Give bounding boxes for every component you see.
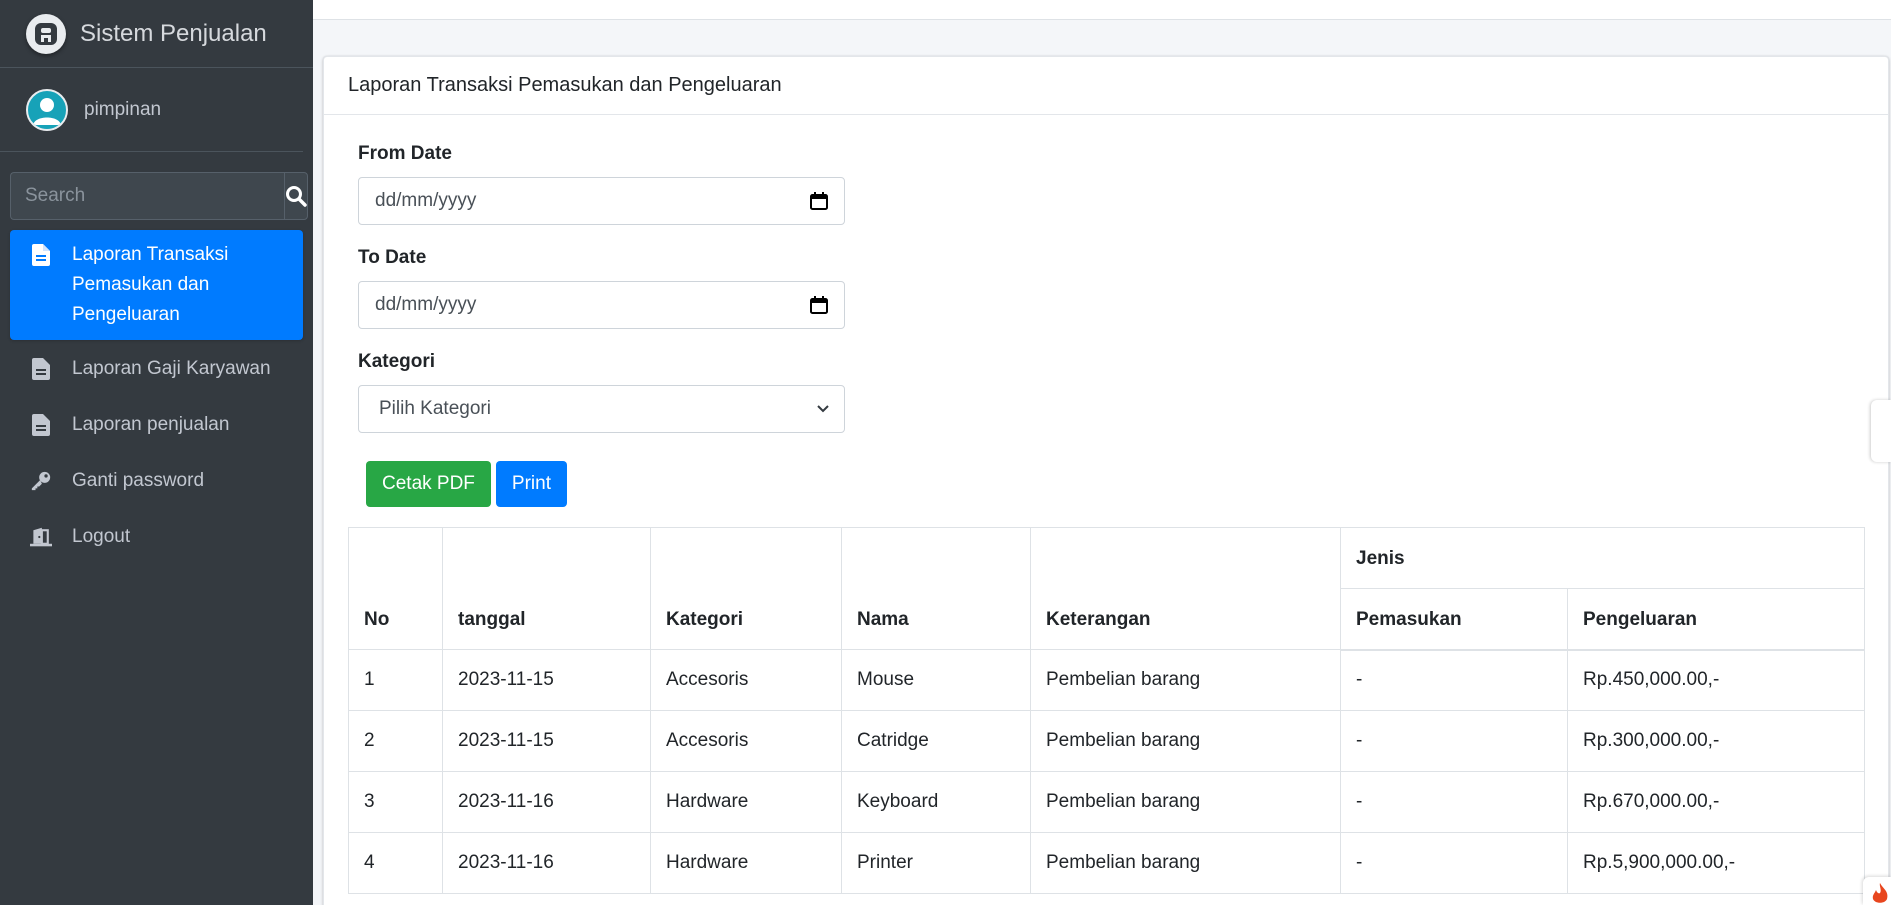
search-input[interactable] xyxy=(10,172,284,220)
cell-no: 3 xyxy=(348,771,443,833)
cell-nama: Printer xyxy=(841,832,1031,894)
table-row: 4 2023-11-16 Hardware Printer Pembelian … xyxy=(348,832,1865,894)
to-date-input[interactable]: dd/mm/yyyy xyxy=(358,281,845,329)
cell-no: 1 xyxy=(348,649,443,711)
cell-no: 4 xyxy=(348,832,443,894)
table-row: 2 2023-11-15 Accesoris Catridge Pembelia… xyxy=(348,710,1865,772)
file-icon xyxy=(30,240,52,270)
col-header-pengeluaran: Pengeluaran xyxy=(1567,588,1865,651)
cell-kategori: Accesoris xyxy=(650,649,842,711)
cell-pemasukan: - xyxy=(1340,649,1568,711)
col-header-no: No xyxy=(348,527,443,650)
cell-keterangan: Pembelian barang xyxy=(1030,832,1341,894)
to-date-label: To Date xyxy=(358,247,427,268)
sidebar: Sistem Penjualan pimpinan Laporan Transa… xyxy=(0,0,313,905)
search-icon xyxy=(286,186,307,207)
sidebar-item-label: Logout xyxy=(72,526,131,547)
sidebar-nav: Laporan Transaksi Pemasukan dan Pengelua… xyxy=(10,230,303,564)
from-date-value: dd/mm/yyyy xyxy=(375,190,477,211)
print-button[interactable]: Print xyxy=(495,461,567,507)
cell-kategori: Accesoris xyxy=(650,710,842,772)
cell-kategori: Hardware xyxy=(650,771,842,833)
top-navbar xyxy=(313,0,1891,20)
file-icon xyxy=(30,410,52,440)
table-row: 3 2023-11-16 Hardware Keyboard Pembelian… xyxy=(348,771,1865,833)
col-header-nama: Nama xyxy=(841,527,1031,650)
from-date-group: From Date dd/mm/yyyy xyxy=(358,143,845,225)
sidebar-item-laporan-transaksi[interactable]: Laporan Transaksi Pemasukan dan Pengelua… xyxy=(10,230,303,340)
sidebar-item-ganti-password[interactable]: Ganti password xyxy=(10,454,303,508)
brand[interactable]: Sistem Penjualan xyxy=(0,0,313,68)
filter-form: From Date dd/mm/yyyy To Date dd/mm/yyyy … xyxy=(324,115,845,433)
card-header: Laporan Transaksi Pemasukan dan Pengelua… xyxy=(324,57,1888,115)
cell-nama: Mouse xyxy=(841,649,1031,711)
cell-tanggal: 2023-11-16 xyxy=(442,832,651,894)
cetak-pdf-button[interactable]: Cetak PDF xyxy=(366,461,491,507)
cell-nama: Catridge xyxy=(841,710,1031,772)
col-header-kategori: Kategori xyxy=(650,527,842,650)
door-icon xyxy=(30,522,52,552)
cell-keterangan: Pembelian barang xyxy=(1030,771,1341,833)
kategori-label: Kategori xyxy=(358,351,436,372)
user-name: pimpinan xyxy=(84,98,162,120)
cell-pemasukan: - xyxy=(1340,771,1568,833)
col-header-jenis: Jenis xyxy=(1340,527,1865,589)
from-date-input[interactable]: dd/mm/yyyy xyxy=(358,177,845,225)
cell-no: 2 xyxy=(348,710,443,772)
to-date-group: To Date dd/mm/yyyy xyxy=(358,247,845,329)
flame-icon[interactable] xyxy=(1863,877,1891,905)
sidebar-item-logout[interactable]: Logout xyxy=(10,510,303,564)
cell-keterangan: Pembelian barang xyxy=(1030,649,1341,711)
col-header-pemasukan: Pemasukan xyxy=(1340,588,1568,651)
cell-tanggal: 2023-11-15 xyxy=(442,710,651,772)
brand-name: Sistem Penjualan xyxy=(80,19,267,47)
user-panel[interactable]: pimpinan xyxy=(0,68,303,152)
sidebar-item-laporan-penjualan[interactable]: Laporan penjualan xyxy=(10,398,303,452)
sidebar-item-label: Laporan penjualan xyxy=(72,414,230,435)
sidebar-search xyxy=(10,172,308,220)
cell-tanggal: 2023-11-15 xyxy=(442,649,651,711)
action-buttons: Cetak PDF Print xyxy=(366,461,567,507)
page-title: Laporan Transaksi Pemasukan dan Pengelua… xyxy=(348,74,782,96)
table-header-row: No tanggal Kategori Nama Keterangan Jeni… xyxy=(348,527,1865,650)
sidebar-item-label: Laporan Transaksi Pemasukan dan Pengelua… xyxy=(72,244,229,325)
col-header-tanggal: tanggal xyxy=(442,527,651,650)
cell-pemasukan: - xyxy=(1340,832,1568,894)
search-button[interactable] xyxy=(284,172,308,220)
kategori-group: Kategori Pilih Kategori xyxy=(358,351,845,433)
cell-pemasukan: - xyxy=(1340,710,1568,772)
cell-keterangan: Pembelian barang xyxy=(1030,710,1341,772)
sidebar-item-laporan-gaji[interactable]: Laporan Gaji Karyawan xyxy=(10,342,303,396)
cell-pengeluaran: Rp.450,000.00,- xyxy=(1567,649,1865,711)
kategori-selected: Pilih Kategori xyxy=(379,398,491,419)
to-date-value: dd/mm/yyyy xyxy=(375,294,477,315)
sidebar-item-label: Laporan Gaji Karyawan xyxy=(72,358,271,379)
cell-tanggal: 2023-11-16 xyxy=(442,771,651,833)
cell-kategori: Hardware xyxy=(650,832,842,894)
file-icon xyxy=(30,354,52,384)
report-card: Laporan Transaksi Pemasukan dan Pengelua… xyxy=(323,56,1889,905)
table-row: 1 2023-11-15 Accesoris Mouse Pembelian b… xyxy=(348,649,1865,711)
report-table: No tanggal Kategori Nama Keterangan Jeni… xyxy=(348,527,1865,894)
col-header-keterangan: Keterangan xyxy=(1030,527,1341,650)
cell-pengeluaran: Rp.300,000.00,- xyxy=(1567,710,1865,772)
sidebar-item-label: Ganti password xyxy=(72,470,205,491)
avatar-icon xyxy=(26,88,68,131)
cell-pengeluaran: Rp.5,900,000.00,- xyxy=(1567,832,1865,894)
calendar-icon[interactable] xyxy=(810,192,828,210)
calendar-icon[interactable] xyxy=(810,296,828,314)
kategori-select[interactable]: Pilih Kategori xyxy=(358,385,845,433)
cell-nama: Keyboard xyxy=(841,771,1031,833)
chevron-down-icon xyxy=(817,405,829,413)
brand-logo-icon xyxy=(26,13,66,54)
cell-pengeluaran: Rp.670,000.00,- xyxy=(1567,771,1865,833)
from-date-label: From Date xyxy=(358,143,452,164)
key-icon xyxy=(30,466,52,496)
side-panel-toggle[interactable] xyxy=(1871,400,1891,462)
